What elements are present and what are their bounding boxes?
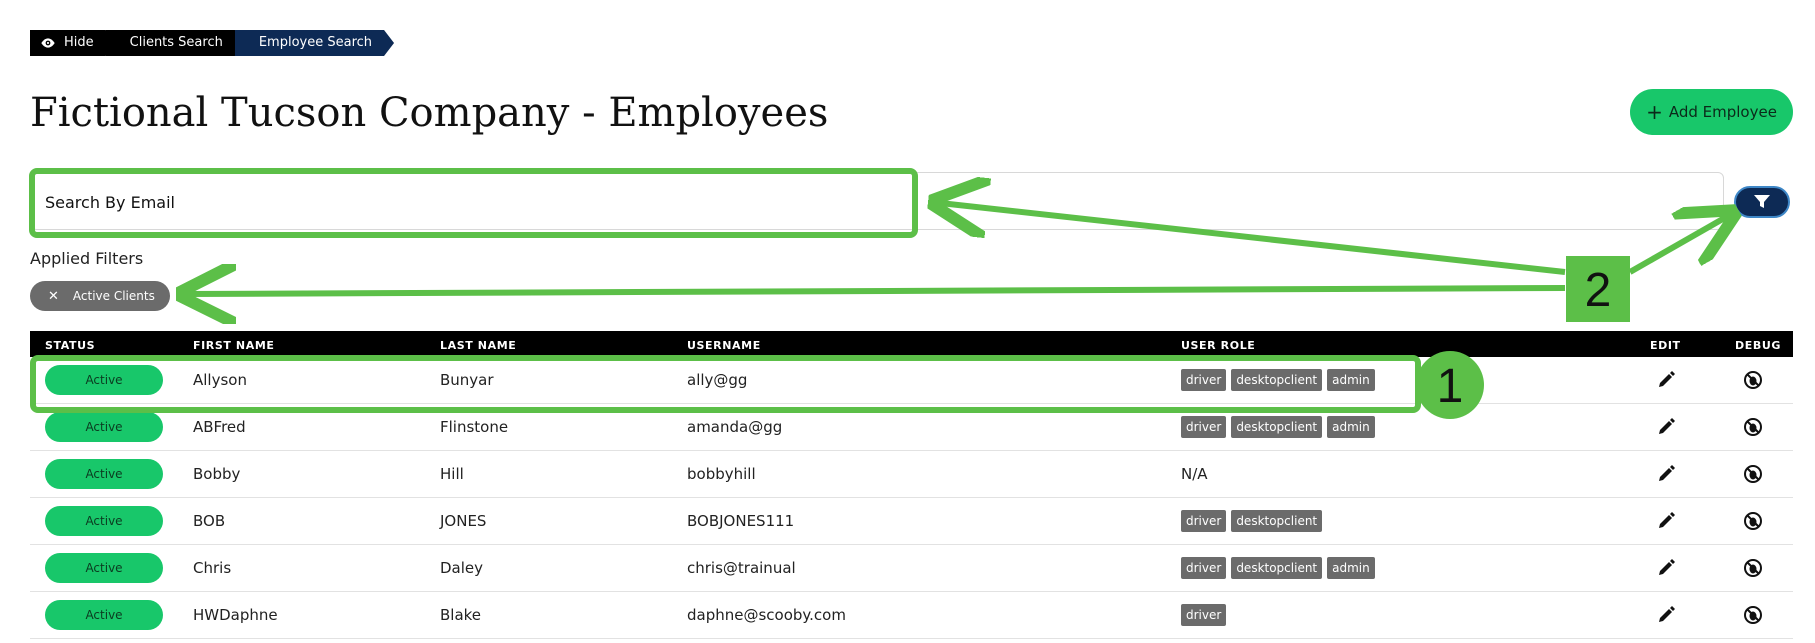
search-bar	[30, 172, 1724, 230]
table-body: Active Allyson Bunyar ally@gg driver desktopc…	[30, 357, 1793, 639]
first-name: HWDaphne	[193, 606, 278, 624]
breadcrumb-employee-label: Employee Search	[258, 35, 373, 50]
table-header: STATUS FIRST NAME LAST NAME USERNAME USE…	[30, 331, 1793, 357]
role-badge: desktopclient	[1231, 369, 1323, 391]
bug-off-icon[interactable]	[1743, 417, 1763, 437]
pencil-icon[interactable]	[1656, 370, 1676, 390]
breadcrumb-hide[interactable]: Hide	[30, 30, 116, 56]
breadcrumb-hide-label: Hide	[64, 35, 94, 50]
table-row: Active Bobby Hill bobbyhill N/A	[30, 451, 1793, 498]
first-name: BOB	[193, 512, 226, 530]
header-last-name[interactable]: LAST NAME	[440, 339, 516, 352]
last-name: Blake	[440, 606, 482, 624]
role-badge: desktopclient	[1231, 510, 1323, 532]
breadcrumb-clients-label: Clients Search	[129, 35, 223, 50]
header-first-name[interactable]: FIRST NAME	[193, 339, 275, 352]
table-row: Active Allyson Bunyar ally@gg driver desktopc…	[30, 357, 1793, 404]
table-row: Active ABFred Flinstone amanda@gg driver desk…	[30, 404, 1793, 451]
user-roles: driver desktopclient admin	[1181, 369, 1375, 391]
status-badge[interactable]: Active	[45, 365, 163, 395]
status-badge[interactable]: Active	[45, 412, 163, 442]
user-roles: driver desktopclient	[1181, 510, 1323, 532]
header-debug: DEBUG	[1735, 339, 1781, 352]
role-badge: driver	[1181, 557, 1227, 579]
role-badge: desktopclient	[1231, 557, 1323, 579]
username: amanda@gg	[687, 418, 783, 436]
pencil-icon[interactable]	[1656, 417, 1676, 437]
status-badge[interactable]: Active	[45, 600, 163, 630]
role-badge: driver	[1181, 416, 1227, 438]
eye-icon	[40, 35, 56, 51]
role-badge: admin	[1327, 369, 1375, 391]
annotation-label-2: 2	[1585, 264, 1612, 317]
username: daphne@scooby.com	[687, 606, 846, 624]
table-row: Active HWDaphne Blake daphne@scooby.com driv…	[30, 592, 1793, 639]
role-badge: desktopclient	[1231, 416, 1323, 438]
pencil-icon[interactable]	[1656, 558, 1676, 578]
status-badge[interactable]: Active	[45, 506, 163, 536]
pencil-icon[interactable]	[1656, 605, 1676, 625]
breadcrumb-employee-search[interactable]: Employee Search	[235, 30, 394, 56]
bug-off-icon[interactable]	[1743, 605, 1763, 625]
status-badge[interactable]: Active	[45, 459, 163, 489]
header-user-role[interactable]: USER ROLE	[1181, 339, 1255, 352]
last-name: Hill	[440, 465, 464, 483]
last-name: Bunyar	[440, 371, 494, 389]
employees-table: STATUS FIRST NAME LAST NAME USERNAME USE…	[30, 331, 1793, 639]
annotation-box-2	[1566, 256, 1630, 322]
filter-chip-label: Active Clients	[72, 289, 155, 303]
add-employee-button[interactable]: + Add Employee	[1630, 89, 1793, 135]
funnel-icon	[1754, 195, 1770, 208]
username: BOBJONES111	[687, 512, 795, 530]
header-edit: EDIT	[1650, 339, 1681, 352]
user-roles: driver desktopclient admin	[1181, 557, 1375, 579]
status-badge[interactable]: Active	[45, 553, 163, 583]
table-row: Active BOB JONES BOBJONES111 driver desktopcl…	[30, 498, 1793, 545]
username: bobbyhill	[687, 465, 756, 483]
first-name: ABFred	[193, 418, 246, 436]
bug-off-icon[interactable]	[1743, 370, 1763, 390]
role-badge: driver	[1181, 510, 1227, 532]
first-name: Bobby	[193, 465, 241, 483]
role-badge: driver	[1181, 369, 1227, 391]
bug-off-icon[interactable]	[1743, 511, 1763, 531]
user-roles: driver	[1181, 604, 1227, 626]
table-row: Active Chris Daley chris@trainual driver desk…	[30, 545, 1793, 592]
username: chris@trainual	[687, 559, 796, 577]
pencil-icon[interactable]	[1656, 464, 1676, 484]
role-badge: admin	[1327, 416, 1375, 438]
pencil-icon[interactable]	[1656, 511, 1676, 531]
user-roles: driver desktopclient admin	[1181, 416, 1375, 438]
close-icon[interactable]: ✕	[48, 289, 59, 304]
applied-filters-label: Applied Filters	[30, 249, 144, 268]
header-username[interactable]: USERNAME	[687, 339, 761, 352]
last-name: JONES	[440, 512, 487, 530]
first-name: Allyson	[193, 371, 247, 389]
first-name: Chris	[193, 559, 232, 577]
username: ally@gg	[687, 371, 748, 389]
arrow-to-filter-chip	[188, 288, 1566, 294]
role-badge: admin	[1327, 557, 1375, 579]
header-status[interactable]: STATUS	[45, 339, 95, 352]
breadcrumb: Hide Clients Search Employee Search	[30, 30, 394, 56]
bug-off-icon[interactable]	[1743, 558, 1763, 578]
filter-chip-active-clients[interactable]: ✕ Active Clients	[30, 281, 170, 311]
plus-icon: +	[1646, 100, 1663, 124]
last-name: Daley	[440, 559, 484, 577]
bug-off-icon[interactable]	[1743, 464, 1763, 484]
add-employee-label: Add Employee	[1668, 103, 1777, 121]
user-role-text: N/A	[1181, 465, 1208, 483]
last-name: Flinstone	[440, 418, 509, 436]
filter-button[interactable]	[1734, 186, 1790, 218]
role-badge: driver	[1181, 604, 1227, 626]
breadcrumb-clients-search[interactable]: Clients Search	[106, 30, 245, 56]
search-input[interactable]	[43, 187, 1047, 217]
page-title: Fictional Tucson Company - Employees	[30, 90, 829, 136]
